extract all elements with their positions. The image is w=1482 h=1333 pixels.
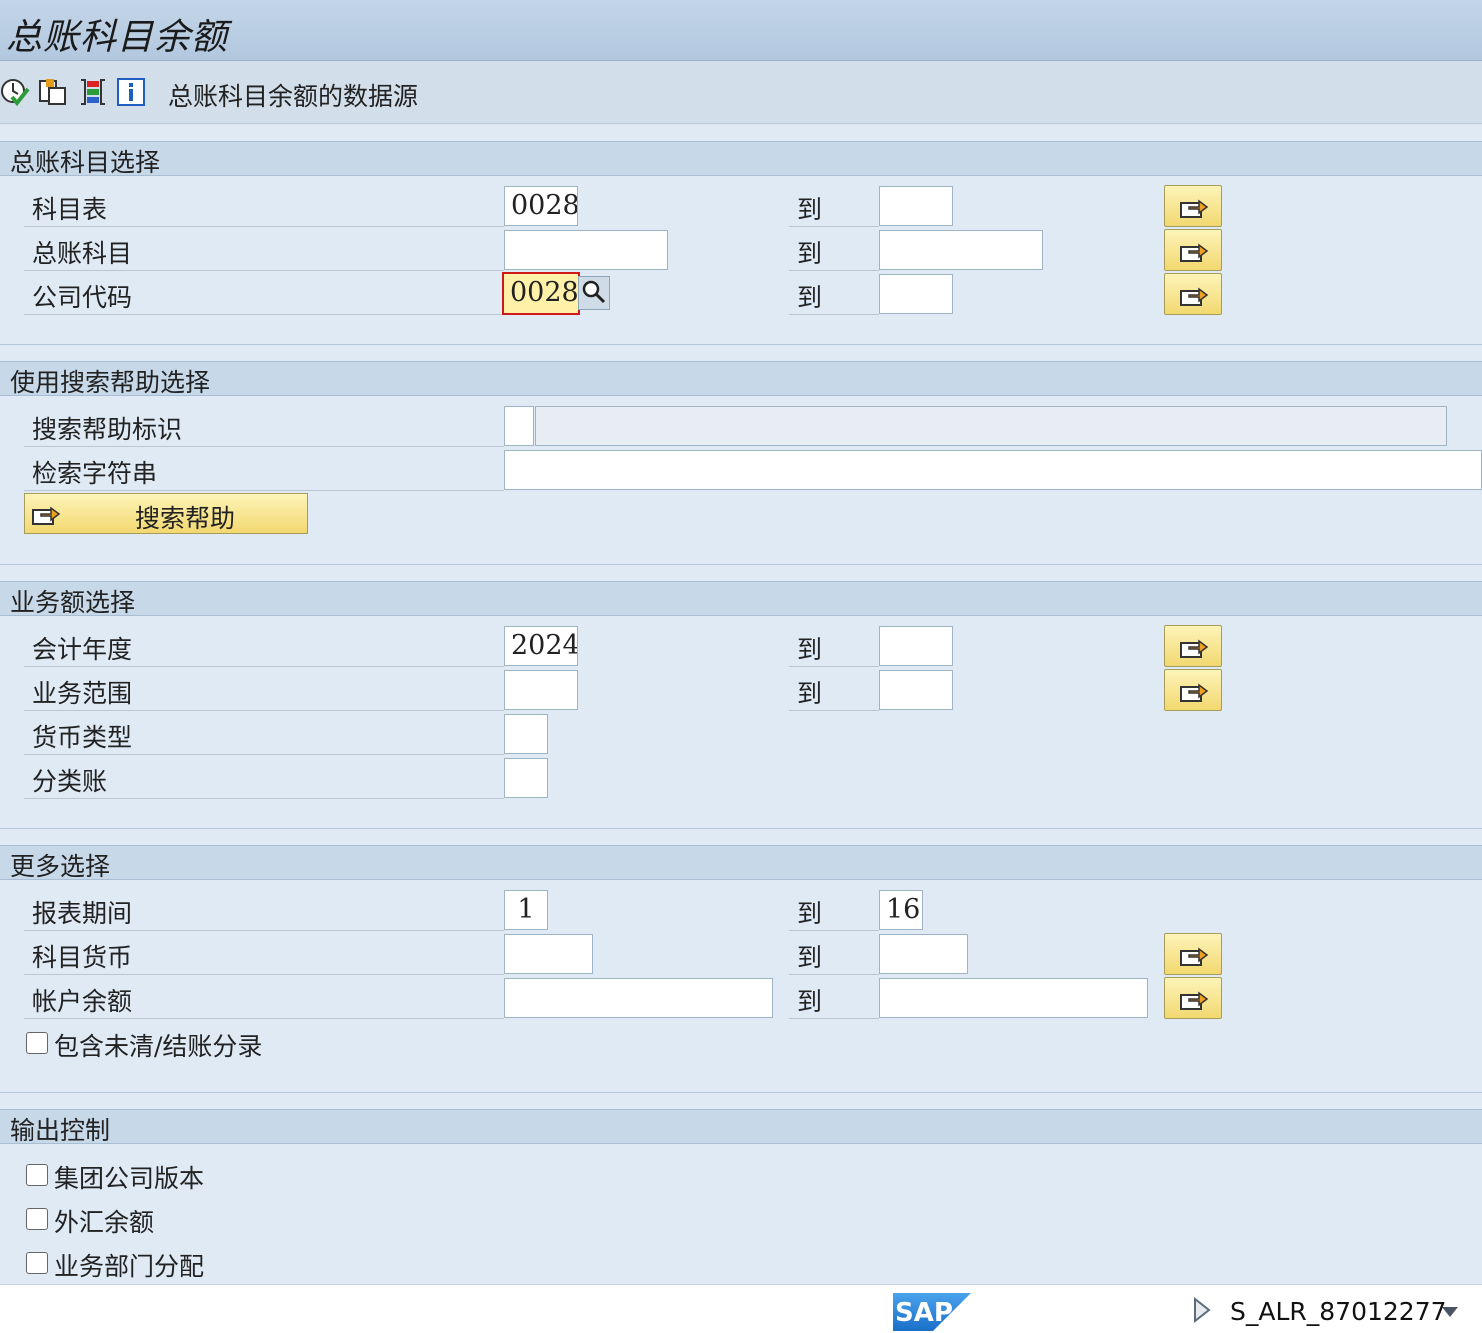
expand-status-icon[interactable] bbox=[1192, 1297, 1212, 1323]
checkbox-label: 业务部门分配 bbox=[54, 1252, 205, 1281]
magnifier-icon bbox=[582, 280, 606, 304]
multiple-selection-button[interactable] bbox=[1164, 669, 1222, 711]
multiple-selection-icon bbox=[1180, 683, 1209, 702]
multiple-selection-button[interactable] bbox=[1164, 625, 1222, 667]
multiple-selection-icon bbox=[1180, 639, 1209, 658]
section-heading: 总账科目选择 bbox=[10, 148, 161, 177]
account-balance-from-field[interactable] bbox=[504, 978, 773, 1018]
reporting-period-to-field[interactable]: 16 bbox=[879, 890, 923, 930]
account-currency-label: 科目货币 bbox=[24, 932, 504, 975]
status-bar: SAP S_ALR_87012277 bbox=[0, 1284, 1482, 1333]
ledger-field[interactable] bbox=[504, 758, 548, 798]
checkbox-label: 外汇余额 bbox=[54, 1208, 155, 1237]
to-label: 到 bbox=[789, 624, 879, 667]
multiple-selection-icon bbox=[1180, 199, 1209, 218]
section-divider bbox=[0, 1092, 1482, 1093]
search-help-button-label: 搜索帮助 bbox=[135, 504, 236, 533]
chart-of-accounts-label: 科目表 bbox=[24, 184, 504, 227]
execute-icon[interactable] bbox=[0, 77, 30, 107]
multiple-selection-icon bbox=[1180, 243, 1209, 262]
section-heading: 业务额选择 bbox=[10, 588, 136, 617]
account-balance-to-field[interactable] bbox=[879, 978, 1148, 1018]
checkbox-label: 包含未清/结账分录 bbox=[54, 1032, 263, 1061]
section-heading: 输出控制 bbox=[10, 1116, 111, 1145]
ledger-label: 分类账 bbox=[24, 756, 504, 799]
info-icon[interactable] bbox=[116, 77, 146, 107]
reporting-period-from-field[interactable]: 1 bbox=[504, 890, 548, 930]
search-string-field[interactable] bbox=[504, 450, 1482, 490]
to-label: 到 bbox=[789, 272, 879, 315]
multiple-selection-button[interactable] bbox=[1164, 977, 1222, 1019]
multiple-selection-icon bbox=[1180, 991, 1209, 1010]
search-help-button[interactable]: 搜索帮助 bbox=[24, 493, 308, 534]
fiscal-year-to-field[interactable] bbox=[879, 626, 953, 666]
data-source-label[interactable]: 总账科目余额的数据源 bbox=[168, 77, 418, 113]
currency-type-field[interactable] bbox=[504, 714, 548, 754]
section-further-selections: 更多选择 bbox=[0, 845, 1482, 881]
fiscal-year-from-field[interactable]: 2024 bbox=[504, 626, 578, 666]
account-balance-label: 帐户余额 bbox=[24, 976, 504, 1019]
variant-icon[interactable] bbox=[78, 77, 108, 107]
business-area-label: 业务范围 bbox=[24, 668, 504, 711]
to-label: 到 bbox=[789, 184, 879, 227]
business-area-from-field[interactable] bbox=[504, 670, 578, 710]
section-heading: 更多选择 bbox=[10, 852, 111, 881]
fx-balance-checkbox[interactable] bbox=[26, 1208, 48, 1230]
fiscal-year-label: 会计年度 bbox=[24, 624, 504, 667]
section-heading: 使用搜索帮助选择 bbox=[10, 368, 211, 397]
gl-account-to-field[interactable] bbox=[879, 230, 1043, 270]
account-currency-to-field[interactable] bbox=[879, 934, 968, 974]
multiple-selection-icon bbox=[1180, 947, 1209, 966]
search-help-id-label: 搜索帮助标识 bbox=[24, 404, 504, 447]
multiple-selection-icon bbox=[1180, 287, 1209, 306]
gl-account-label: 总账科目 bbox=[24, 228, 504, 271]
multiple-selection-button[interactable] bbox=[1164, 229, 1222, 271]
section-output-control: 输出控制 bbox=[0, 1109, 1482, 1145]
section-divider bbox=[0, 828, 1482, 829]
to-label: 到 bbox=[789, 976, 879, 1019]
copy-icon[interactable] bbox=[38, 77, 68, 107]
section-search-help: 使用搜索帮助选择 bbox=[0, 361, 1482, 397]
chart-of-accounts-from-field[interactable]: 0028 bbox=[504, 186, 578, 226]
multiple-selection-button[interactable] bbox=[1164, 933, 1222, 975]
multiple-selection-button[interactable] bbox=[1164, 273, 1222, 315]
page-title: 总账科目余额 bbox=[6, 17, 229, 58]
business-area-to-field[interactable] bbox=[879, 670, 953, 710]
checkbox-label: 集团公司版本 bbox=[54, 1164, 205, 1193]
segment-allocation-checkbox[interactable] bbox=[26, 1252, 48, 1274]
to-label: 到 bbox=[789, 932, 879, 975]
application-toolbar: 总账科目余额的数据源 bbox=[0, 61, 1482, 124]
value-help-button[interactable] bbox=[578, 276, 610, 310]
sap-logo: SAP bbox=[893, 1293, 971, 1331]
section-divider bbox=[0, 564, 1482, 565]
reporting-period-label: 报表期间 bbox=[24, 888, 504, 931]
section-transaction-figures: 业务额选择 bbox=[0, 581, 1482, 617]
section-gl-account-selection: 总账科目选择 bbox=[0, 141, 1482, 177]
account-currency-from-field[interactable] bbox=[504, 934, 593, 974]
multiple-selection-button[interactable] bbox=[1164, 185, 1222, 227]
search-string-label: 检索字符串 bbox=[24, 448, 504, 491]
transaction-code: S_ALR_87012277 bbox=[1230, 1297, 1447, 1326]
open-close-checkbox[interactable] bbox=[26, 1032, 48, 1054]
company-code-from-field[interactable]: 0028 bbox=[502, 272, 580, 315]
chevron-down-icon[interactable] bbox=[1440, 1305, 1460, 1319]
to-label: 到 bbox=[789, 888, 879, 931]
to-label: 到 bbox=[789, 228, 879, 271]
search-help-id-description bbox=[535, 406, 1447, 446]
svg-text:SAP: SAP bbox=[895, 1298, 953, 1328]
multiple-selection-icon bbox=[32, 506, 61, 525]
section-divider bbox=[0, 344, 1482, 345]
company-code-label: 公司代码 bbox=[24, 272, 504, 315]
company-code-to-field[interactable] bbox=[879, 274, 953, 314]
to-label: 到 bbox=[789, 668, 879, 711]
group-version-checkbox[interactable] bbox=[26, 1164, 48, 1186]
chart-of-accounts-to-field[interactable] bbox=[879, 186, 953, 226]
search-help-id-field[interactable] bbox=[504, 406, 534, 446]
gl-account-from-field[interactable] bbox=[504, 230, 668, 270]
title-bar: 总账科目余额 bbox=[0, 0, 1482, 61]
currency-type-label: 货币类型 bbox=[24, 712, 504, 755]
